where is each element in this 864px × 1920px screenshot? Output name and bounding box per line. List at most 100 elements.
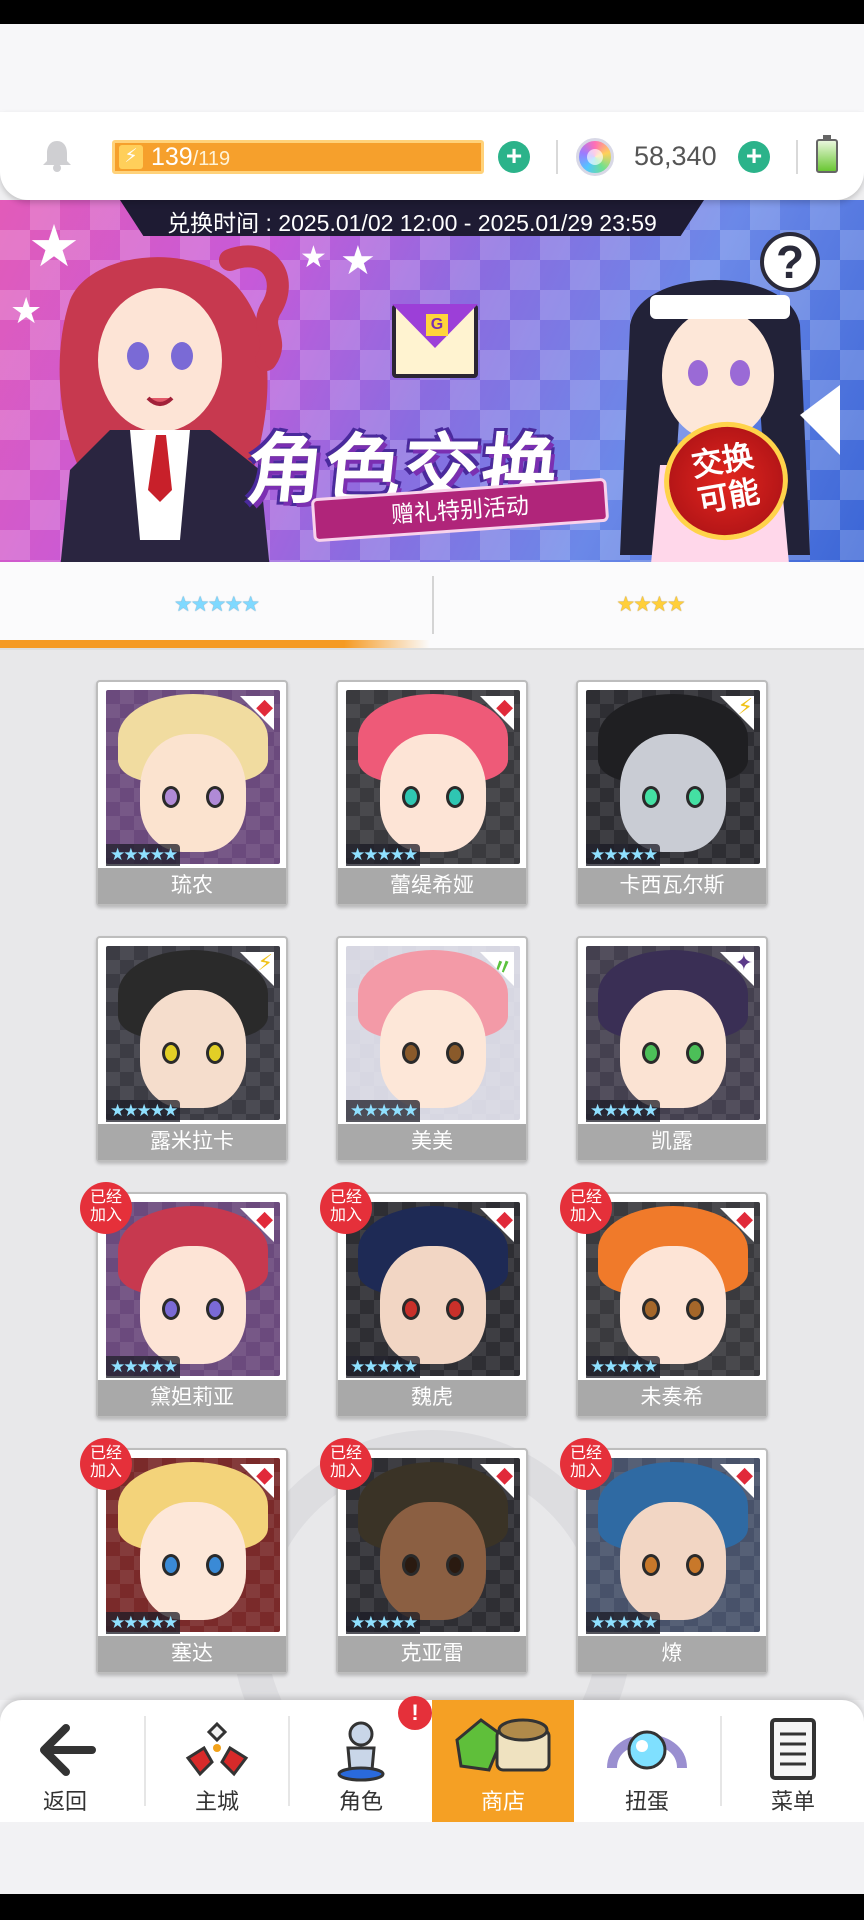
portrait-face: [380, 1246, 486, 1364]
character-card[interactable]: 〃 ★★★★★ 美美: [336, 936, 528, 1162]
top-spacer: [0, 24, 864, 124]
portrait-face: [140, 1502, 246, 1620]
portrait-eye: [206, 1298, 224, 1320]
portrait-face: [140, 734, 246, 852]
character-name: 露米拉卡: [98, 1124, 286, 1160]
portrait-eye: [402, 1042, 420, 1064]
character-card[interactable]: ◆ ★★★★★ 黛妲莉亚 已经 加入: [80, 1182, 288, 1418]
portrait-eye: [686, 786, 704, 808]
joined-line1: 已经: [569, 1445, 602, 1462]
nav-menu-label: 菜单: [770, 1789, 815, 1814]
character-alert-badge: !: [398, 1696, 432, 1730]
portrait-eye: [162, 1042, 180, 1064]
portrait-eye: [402, 786, 420, 808]
already-joined-badge: 已经 加入: [80, 1182, 132, 1234]
nav-gacha-button[interactable]: 扭蛋: [574, 1700, 720, 1822]
castle-icon: [185, 1721, 249, 1777]
already-joined-badge: 已经 加入: [560, 1182, 612, 1234]
portrait-eye: [206, 1554, 224, 1576]
already-joined-badge: 已经 加入: [560, 1438, 612, 1490]
portrait-face: [140, 1246, 246, 1364]
joined-line1: 已经: [329, 1445, 362, 1462]
nav-menu-button[interactable]: 菜单: [722, 1700, 864, 1822]
portrait-eye: [162, 1554, 180, 1576]
joined-line1: 已经: [89, 1189, 122, 1206]
system-nav-bar: [0, 1894, 864, 1920]
joined-line1: 已经: [569, 1189, 602, 1206]
lightning-icon: ⚡: [119, 145, 143, 169]
card-star-rating: ★★★★★: [586, 1612, 661, 1634]
character-name: 魏虎: [338, 1380, 526, 1416]
portrait-eye: [642, 786, 660, 808]
character-card[interactable]: ⚡ ★★★★★ 卡西瓦尔斯: [576, 680, 768, 906]
character-portrait: ◆: [106, 690, 280, 864]
portrait-eye: [446, 1298, 464, 1320]
joined-line1: 已经: [329, 1189, 362, 1206]
character-name: 黛妲莉亚: [98, 1380, 286, 1416]
gacha-icon: [607, 1730, 687, 1770]
character-card[interactable]: ◆ ★★★★★ 燎 已经 加入: [560, 1438, 768, 1674]
nav-castle-button[interactable]: 主城: [146, 1700, 288, 1822]
joined-line2: 加入: [569, 1207, 602, 1224]
nav-shop-button[interactable]: 商店: [432, 1700, 574, 1822]
character-card[interactable]: ◆ ★★★★★ 塞达 已经 加入: [80, 1438, 288, 1674]
portrait-eye: [402, 1554, 420, 1576]
character-name: 燎: [578, 1636, 766, 1672]
character-name: 蕾缇希娅: [338, 868, 526, 904]
portrait-face: [620, 734, 726, 852]
character-name: 塞达: [98, 1636, 286, 1672]
help-icon[interactable]: ?: [760, 232, 820, 292]
divider: [556, 140, 558, 174]
joined-line2: 加入: [329, 1463, 362, 1480]
card-star-rating: ★★★★★: [106, 844, 181, 866]
character-card[interactable]: ⚡ ★★★★★ 露米拉卡: [96, 936, 288, 1162]
character-card[interactable]: ◆ ★★★★★ 克亚雷 已经 加入: [320, 1438, 528, 1674]
portrait-face: [380, 734, 486, 852]
bell-icon[interactable]: [38, 136, 76, 174]
rarity-tabs: ★★★★★ ★★★★: [0, 562, 864, 650]
portrait-eye: [162, 1298, 180, 1320]
character-card[interactable]: ✦ ★★★★★ 凯露: [576, 936, 768, 1162]
joined-line2: 加入: [329, 1207, 362, 1224]
exchange-period-bar: 兑换时间 : 2025.01/02 12:00 - 2025.01/29 23:…: [120, 200, 704, 236]
already-joined-badge: 已经 加入: [320, 1182, 372, 1234]
tab-5-star[interactable]: ★★★★★: [0, 562, 432, 648]
nav-shop-label: 商店: [480, 1789, 525, 1814]
card-star-rating: ★★★★★: [586, 1356, 661, 1378]
character-portrait: ⚡: [586, 690, 760, 864]
shop-icon: [455, 1718, 551, 1772]
character-card[interactable]: ◆ ★★★★★ 蕾缇希娅: [336, 680, 528, 906]
tab-4-star-label: ★★★★: [616, 593, 685, 616]
portrait-eye: [206, 786, 224, 808]
tab-4-star[interactable]: ★★★★: [434, 562, 864, 648]
nav-character-label: 角色: [338, 1789, 383, 1814]
character-name: 琉农: [98, 868, 286, 904]
gem-icon: [576, 138, 614, 176]
character-card[interactable]: ◆ ★★★★★ 未奏希 已经 加入: [560, 1182, 768, 1418]
character-card[interactable]: ◆ ★★★★★ 魏虎 已经 加入: [320, 1182, 528, 1418]
portrait-face: [620, 990, 726, 1108]
thunder-element-glyph: ⚡: [257, 950, 273, 975]
card-star-rating: ★★★★★: [586, 844, 661, 866]
nav-back-button[interactable]: 返回: [0, 1700, 130, 1822]
character-portrait: 〃: [346, 946, 520, 1120]
portrait-eye: [402, 1298, 420, 1320]
already-joined-badge: 已经 加入: [320, 1438, 372, 1490]
character-card[interactable]: ◆ ★★★★★ 琉农: [96, 680, 288, 906]
character-name: 克亚雷: [338, 1636, 526, 1672]
gem-count: 58,340: [634, 141, 717, 171]
character-portrait: ◆: [586, 1202, 760, 1376]
menu-icon: [770, 1718, 816, 1780]
portrait-face: [620, 1502, 726, 1620]
character-name: 美美: [338, 1124, 526, 1160]
battery-icon: [816, 135, 838, 173]
add-gems-button[interactable]: +: [738, 141, 770, 173]
add-stamina-button[interactable]: +: [498, 141, 530, 173]
portrait-eye: [686, 1042, 704, 1064]
already-joined-badge: 已经 加入: [80, 1438, 132, 1490]
character-portrait: ◆: [106, 1458, 280, 1632]
selected-tab-indicator: [0, 640, 430, 648]
bottom-navigation: 返回 主城 角色 商店 扭蛋 菜单: [0, 1700, 864, 1822]
event-banner[interactable]: ★ ★ ★ ★ 兑换时间 : 2025.01/02 12:00 - 2025.0…: [0, 200, 864, 562]
portrait-face: [140, 990, 246, 1108]
